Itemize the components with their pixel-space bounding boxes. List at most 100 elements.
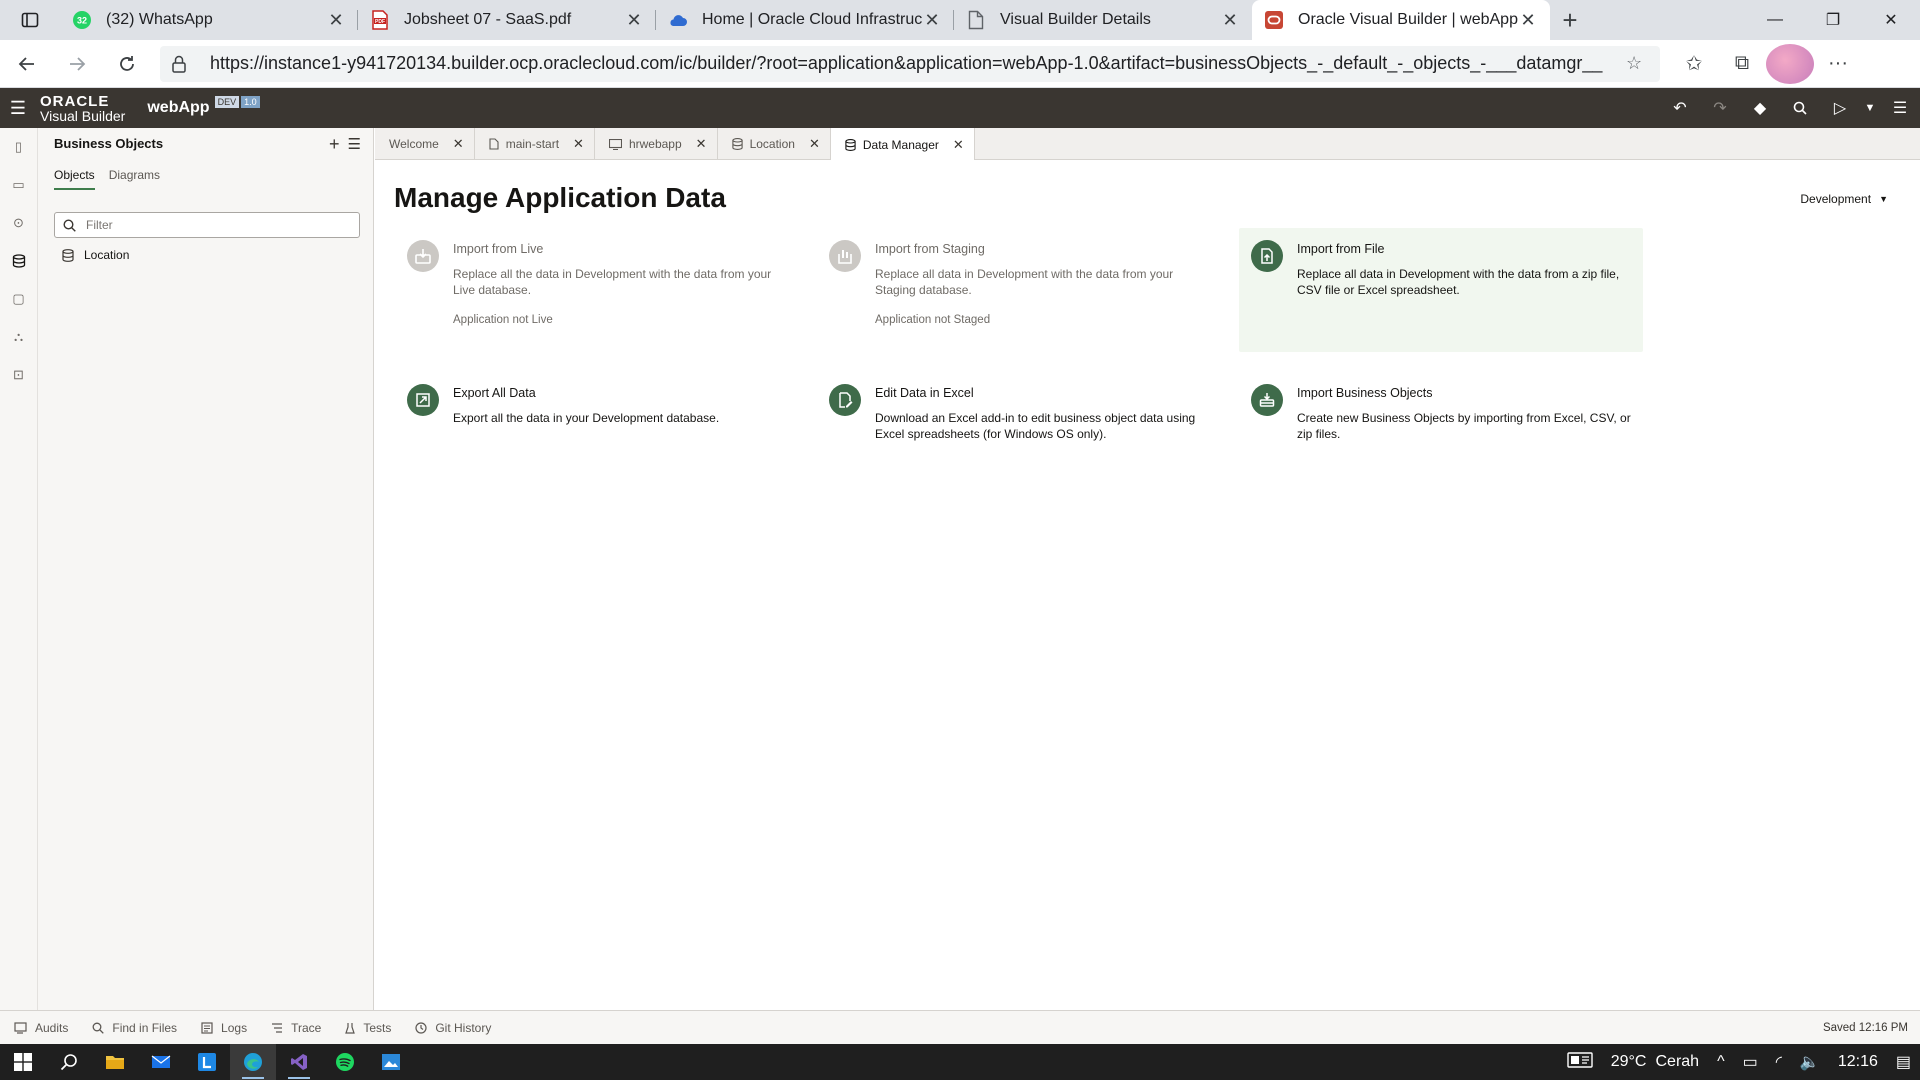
reload-icon[interactable] [104, 44, 150, 84]
editor-tab-location[interactable]: Location ✕ [718, 128, 831, 160]
find-in-files-button[interactable]: Find in Files [92, 1021, 177, 1035]
processes-icon[interactable]: ⛬ [0, 318, 37, 356]
options-menu-icon[interactable]: ☰ [1880, 98, 1920, 118]
taskbar-search-icon[interactable] [46, 1044, 92, 1080]
file-explorer-icon[interactable] [92, 1044, 138, 1080]
close-editor-tab-icon[interactable]: ✕ [953, 137, 964, 153]
editor-tab-label: main-start [505, 137, 560, 151]
browser-tab-title: (32) WhatsApp [106, 11, 213, 28]
back-icon[interactable] [4, 44, 50, 84]
editor-tabs: Welcome ✕ main-start ✕ hrwebapp ✕ Locati… [375, 128, 1920, 161]
mobile-apps-icon[interactable]: ▯ [0, 128, 37, 166]
status-item-label: Logs [221, 1020, 248, 1035]
collections-icon[interactable]: ⧉ [1718, 44, 1766, 84]
address-bar[interactable]: https://instance1-y941720134.builder.ocp… [160, 45, 1660, 82]
editor-tab-data-manager[interactable]: Data Manager ✕ [830, 128, 975, 161]
export-all-data-card[interactable]: Export All Data Export all the data in y… [395, 372, 799, 496]
editor-tab-welcome[interactable]: Welcome ✕ [375, 128, 475, 160]
editor-tab-main-start[interactable]: main-start ✕ [475, 128, 595, 160]
database-icon [731, 138, 743, 150]
minimize-icon[interactable]: — [1746, 0, 1804, 40]
weather-icon[interactable] [1567, 1051, 1593, 1074]
close-window-icon[interactable]: ✕ [1862, 0, 1920, 40]
run-menu-chevron-icon[interactable]: ▼ [1860, 102, 1880, 114]
more-options-icon[interactable]: ··· [1814, 44, 1862, 84]
import-from-staging-card: Import from Staging Replace all data in … [817, 228, 1221, 352]
close-tab-icon[interactable]: ✕ [326, 10, 346, 30]
business-objects-icon[interactable] [0, 242, 37, 280]
editor-tab-hrwebapp[interactable]: hrwebapp ✕ [595, 128, 718, 160]
add-favorite-icon[interactable]: ☆ [1626, 53, 1648, 74]
volume-icon[interactable]: 🔈 [1800, 1052, 1820, 1072]
profile-avatar[interactable] [1766, 43, 1814, 84]
chevron-up-icon[interactable]: ^ [1717, 1053, 1725, 1071]
web-apps-icon[interactable]: ▭ [0, 166, 37, 204]
browser-tab-vb-details[interactable]: Visual Builder Details ✕ [954, 0, 1252, 40]
run-icon[interactable]: ▷ [1820, 98, 1860, 118]
import-bo-icon [1251, 384, 1283, 416]
forward-icon[interactable] [54, 44, 100, 84]
windows-start-icon[interactable] [0, 1044, 46, 1080]
visual-studio-icon[interactable] [276, 1044, 322, 1080]
close-editor-tab-icon[interactable]: ✕ [809, 136, 820, 152]
tab-objects[interactable]: Objects [54, 168, 95, 190]
logs-button[interactable]: Logs [201, 1021, 247, 1035]
tab-diagrams[interactable]: Diagrams [109, 168, 160, 190]
mail-icon[interactable] [138, 1044, 184, 1080]
git-icon[interactable]: ◆ [1740, 98, 1780, 118]
close-tab-icon[interactable]: ✕ [922, 10, 942, 30]
clock[interactable]: 12:16 [1838, 1053, 1878, 1071]
browser-tab-oci-home[interactable]: Home | Oracle Cloud Infrastructu ✕ [656, 0, 954, 40]
battery-icon[interactable]: ▭ [1743, 1052, 1758, 1072]
svg-text:32: 32 [77, 16, 87, 26]
close-editor-tab-icon[interactable]: ✕ [573, 136, 584, 152]
import-from-file-card[interactable]: Import from File Replace all data in Dev… [1239, 228, 1643, 352]
tab-actions-button[interactable] [0, 0, 60, 40]
close-tab-icon[interactable]: ✕ [1220, 10, 1240, 30]
services-icon[interactable]: ⊙ [0, 204, 37, 242]
restore-icon[interactable]: ❐ [1804, 0, 1862, 40]
app-name[interactable]: webApp [147, 99, 209, 117]
browser-tab-whatsapp[interactable]: 32 (32) WhatsApp ✕ [60, 0, 358, 40]
browser-tab-visual-builder[interactable]: Oracle Visual Builder | webApp-1 ✕ [1252, 0, 1550, 40]
photos-icon[interactable] [368, 1044, 414, 1080]
editor-tab-label: Data Manager [862, 137, 939, 152]
tests-button[interactable]: Tests [345, 1021, 391, 1035]
close-tab-icon[interactable]: ✕ [1518, 10, 1538, 30]
search-icon[interactable] [1780, 101, 1820, 115]
card-description: Export all the data in your Development … [453, 411, 720, 425]
undo-icon[interactable]: ↶ [1660, 98, 1700, 118]
status-item-label: Audits [35, 1020, 69, 1035]
environment-select[interactable]: Development ▼ [1800, 192, 1888, 206]
close-editor-tab-icon[interactable]: ✕ [696, 136, 707, 152]
business-object-item[interactable]: Location [62, 248, 129, 262]
edge-browser-icon[interactable] [230, 1044, 276, 1080]
source-icon[interactable]: ⊡ [0, 356, 37, 394]
browser-tab-pdf[interactable]: PDF Jobsheet 07 - SaaS.pdf ✕ [358, 0, 656, 40]
wifi-icon[interactable]: ◜ [1776, 1052, 1782, 1072]
temperature: 29°C [1610, 1053, 1647, 1070]
navigator-menu-icon[interactable]: ☰ [348, 134, 361, 156]
filter-input[interactable]: Filter [54, 212, 360, 238]
launcher-l-icon[interactable] [184, 1044, 230, 1080]
browser-tab-title: Jobsheet 07 - SaaS.pdf [404, 11, 572, 28]
trace-button[interactable]: Trace [271, 1021, 321, 1035]
new-tab-button[interactable]: + [1550, 0, 1590, 40]
page-title: Manage Application Data [394, 182, 726, 213]
add-business-object-icon[interactable]: + [329, 134, 340, 156]
notifications-icon[interactable]: ▤ [1896, 1052, 1911, 1072]
import-business-objects-card[interactable]: Import Business Objects Create new Busin… [1239, 372, 1643, 496]
close-tab-icon[interactable]: ✕ [624, 10, 644, 30]
git-history-button[interactable]: Git History [415, 1021, 491, 1035]
components-icon[interactable]: ▢ [0, 280, 37, 318]
spotify-icon[interactable] [322, 1044, 368, 1080]
lock-icon[interactable] [172, 55, 190, 73]
favorites-icon[interactable]: ✩ [1670, 44, 1718, 84]
edit-data-in-excel-card[interactable]: Edit Data in Excel Download an Excel add… [817, 372, 1221, 496]
pdf-icon: PDF [370, 10, 390, 30]
audits-button[interactable]: Audits [14, 1021, 68, 1035]
menu-icon[interactable]: ☰ [0, 98, 36, 119]
editor-tab-label: Welcome [389, 137, 439, 151]
close-editor-tab-icon[interactable]: ✕ [453, 136, 464, 152]
redo-icon[interactable]: ↷ [1700, 98, 1740, 118]
